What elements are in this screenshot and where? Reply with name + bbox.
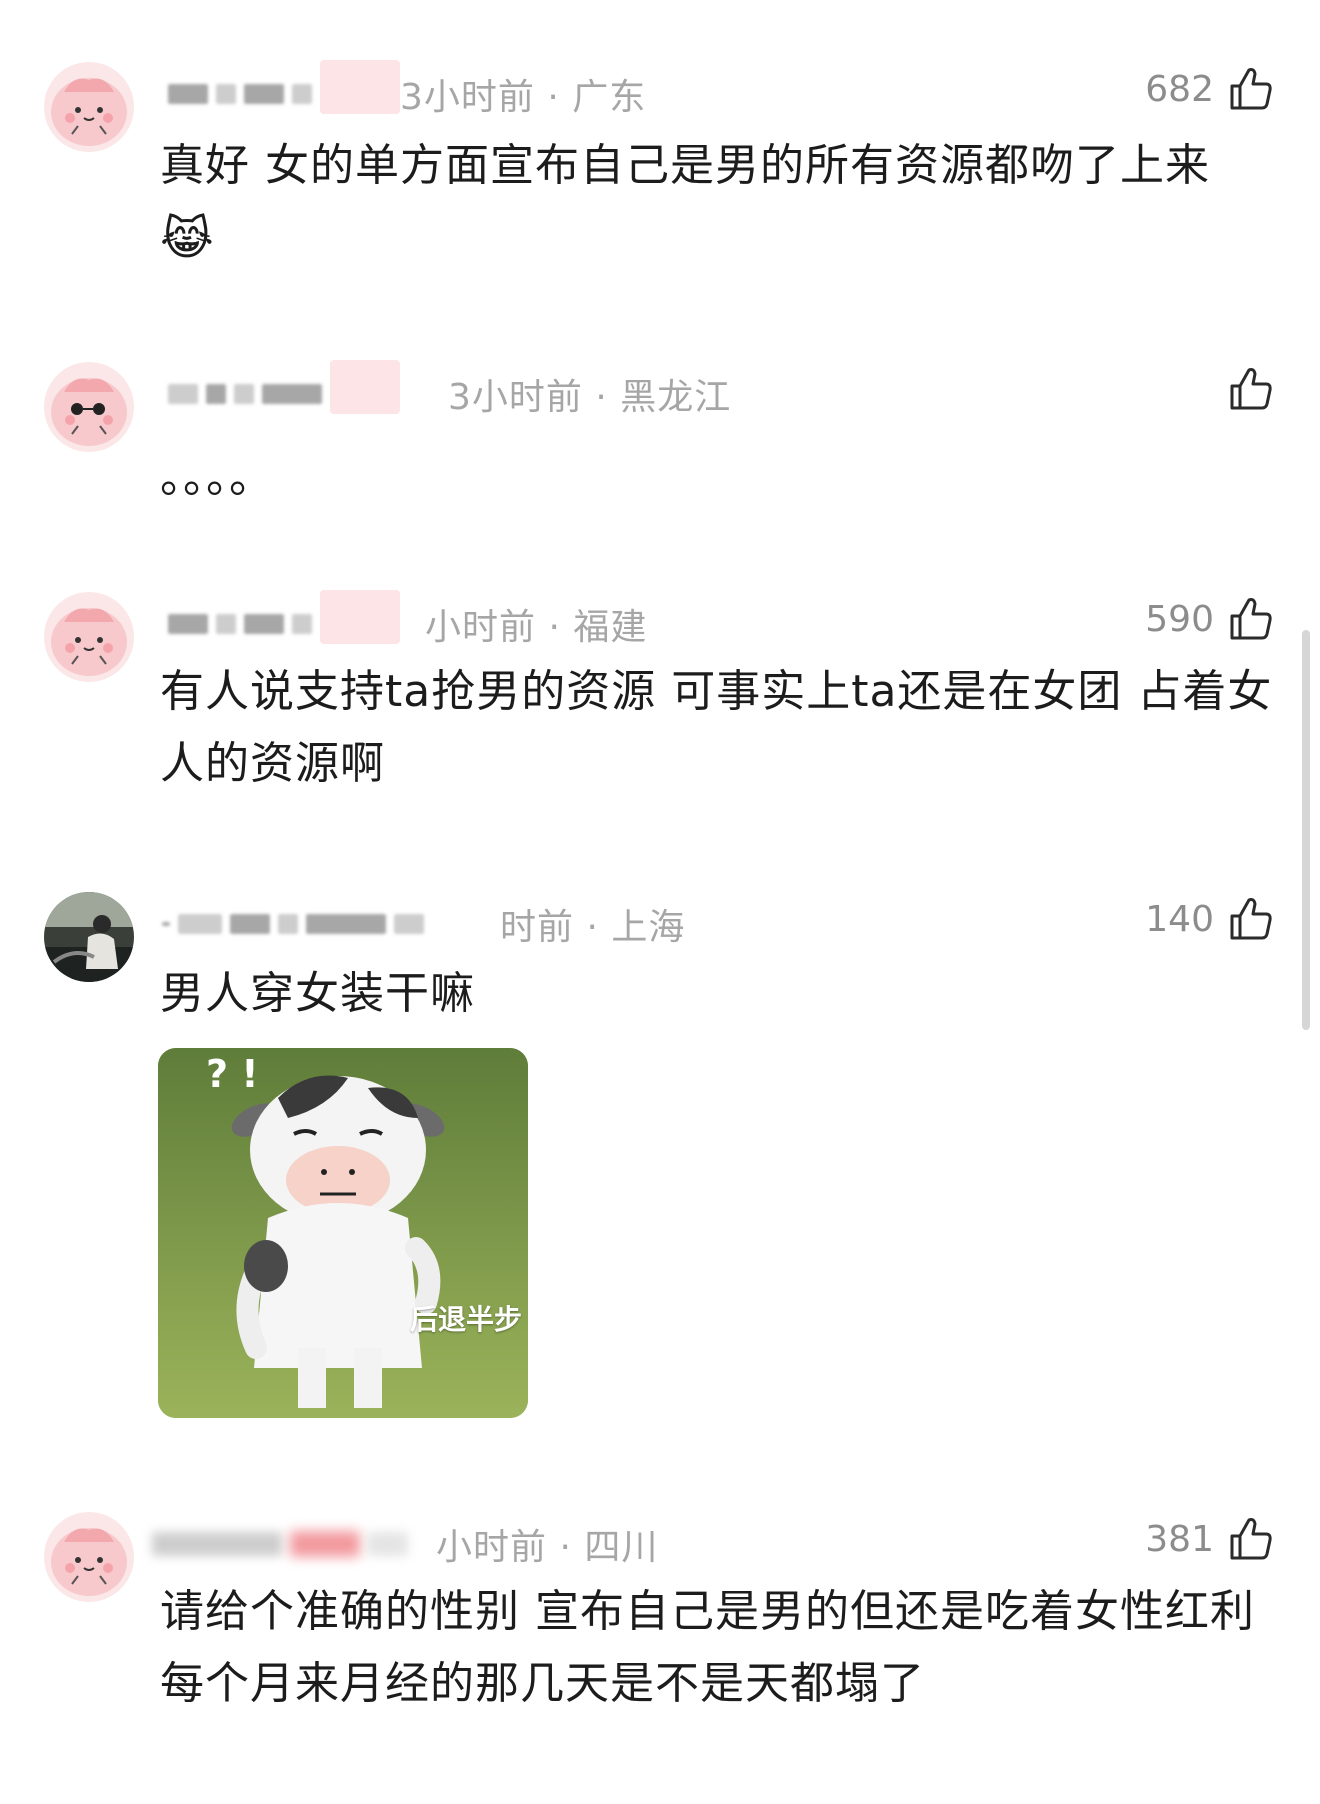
cow-sticker-image[interactable]: ? ! 后退半步	[158, 1048, 528, 1418]
comment-meta: 小时前 · 四川	[436, 1527, 659, 1568]
username-redacted[interactable]	[152, 1530, 408, 1558]
like-button[interactable]: 682	[1145, 64, 1276, 114]
comment-text-body: 真好 女的单方面宣布自己是男的所有资源都吻了上来	[160, 140, 1210, 191]
pink-blob-avatar-icon	[44, 1512, 134, 1602]
thumbs-up-icon	[1230, 898, 1272, 940]
username-redacted[interactable]	[168, 590, 400, 644]
like-count: 381	[1145, 1518, 1214, 1560]
like-count: 590	[1145, 598, 1214, 640]
crying-cat-emoji-icon: 😹	[160, 211, 215, 265]
person-photo-avatar-icon	[44, 892, 134, 982]
comment-text: 。。。。	[160, 452, 274, 503]
like-button[interactable]	[1226, 364, 1276, 414]
avatar[interactable]	[44, 62, 134, 152]
avatar[interactable]	[44, 892, 134, 982]
comment-meta: 小时前 · 福建	[425, 607, 648, 648]
like-button[interactable]: 381	[1145, 1514, 1276, 1564]
comment-meta: 3小时前 · 黑龙江	[448, 377, 732, 418]
pink-blob-sunglasses-avatar-icon	[44, 362, 134, 452]
pink-blob-avatar-icon	[44, 62, 134, 152]
sticker-marks: ? !	[206, 1052, 259, 1096]
like-button[interactable]: 140	[1145, 894, 1276, 944]
sticker-caption: 后退半步	[409, 1303, 522, 1336]
like-button[interactable]: 590	[1145, 594, 1276, 644]
like-count: 682	[1145, 68, 1214, 110]
comment-text: 请给个准确的性别 宣布自己是男的但还是吃着女性红利 每个月来月经的那几天是不是天…	[160, 1586, 1255, 1709]
thumbs-up-icon	[1230, 68, 1272, 110]
comment-text: 男人穿女装干嘛	[160, 968, 475, 1019]
thumbs-up-icon	[1230, 1518, 1272, 1560]
avatar[interactable]	[44, 592, 134, 682]
thumbs-up-icon	[1230, 368, 1272, 410]
cow-character-icon	[158, 1048, 528, 1418]
pink-blob-avatar-icon	[44, 592, 134, 682]
avatar[interactable]	[44, 1512, 134, 1602]
like-count: 140	[1145, 898, 1214, 940]
username-redacted[interactable]	[168, 60, 400, 114]
comment-text: 有人说支持ta抢男的资源 可事实上ta还是在女团 占着女人的资源啊	[160, 666, 1273, 789]
avatar[interactable]	[44, 362, 134, 452]
username-redacted[interactable]	[168, 360, 400, 414]
comment-meta: 3小时前 · 广东	[400, 77, 647, 118]
thumbs-up-icon	[1230, 598, 1272, 640]
comment-text: 真好 女的单方面宣布自己是男的所有资源都吻了上来 😹	[160, 130, 1280, 276]
comment-meta: 时前 · 上海	[500, 907, 686, 948]
scrollbar[interactable]	[1302, 630, 1310, 1030]
username-redacted[interactable]	[162, 910, 424, 938]
